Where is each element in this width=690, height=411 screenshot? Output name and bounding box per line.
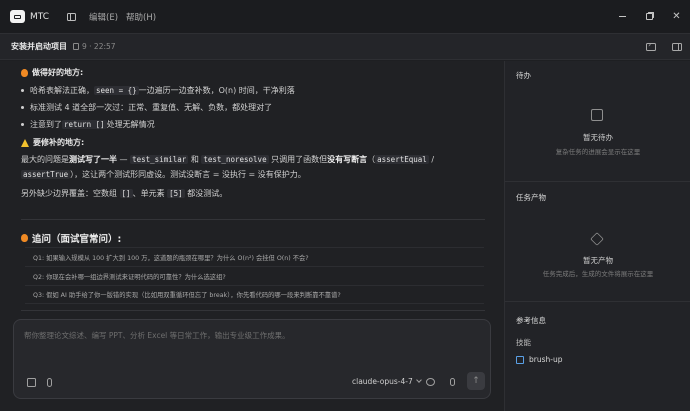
refs-heading: 参考信息 <box>516 316 546 325</box>
followup-heading-text: 追问（面试官常问）: <box>32 234 122 245</box>
divider <box>505 301 690 302</box>
fire-icon <box>21 234 28 242</box>
text: / <box>428 155 435 164</box>
divider <box>21 310 485 311</box>
prompt-input-box[interactable]: 帮你整理论文综述、编写 PPT、分析 Excel 等日常工作，输出专业级工作成果… <box>13 319 491 399</box>
skill-icon <box>516 355 524 364</box>
sidebar-toggle-icon[interactable] <box>67 12 77 21</box>
followup-question: Q2: 你现在会补哪一组边界测试来证明代码的可靠性？为什么选这组? <box>25 266 484 285</box>
project-meta-text: 9 · 22:57 <box>82 42 116 51</box>
text: 、单元素 <box>132 189 168 198</box>
terminal-icon[interactable] <box>646 40 656 51</box>
text: 另外缺少边界覆盖：空数组 <box>21 189 120 198</box>
list-item-text: 注意到了 <box>30 120 62 129</box>
inline-code: return [] <box>62 120 107 129</box>
send-button[interactable]: ↑ <box>467 372 485 390</box>
artifacts-heading: 任务产物 <box>516 193 546 202</box>
list-item: 标准测试 4 道全部一次过：正常、重复值、无解、负数，都处理对了 <box>21 99 491 116</box>
bold-text: 没有写断言 <box>327 155 368 164</box>
close-button[interactable]: ✕ <box>663 0 690 33</box>
text: 只调用了函数但 <box>268 155 328 164</box>
inline-code: seen = {} <box>94 86 139 95</box>
message-content: 做得好的地方: 哈希表解法正确， seen = {} 一边遍历一边查补数，O(n)… <box>21 61 491 201</box>
list-item-text: 处理无解情况 <box>106 120 155 129</box>
model-selector[interactable]: claude-opus-4-7 <box>352 377 422 386</box>
inline-code: [5] <box>167 189 185 198</box>
inline-code: test_noresolve <box>201 155 269 164</box>
project-meta: 9 · 22:57 <box>73 42 116 51</box>
artifacts-empty-subtitle: 任务完成后，生成的文件将展示在这里 <box>542 270 654 278</box>
list-item-text: 哈希表解法正确， <box>30 86 94 95</box>
minimize-button[interactable] <box>609 0 636 33</box>
list-item-text: 一边遍历一边查补数，O(n) 时间，干净利落 <box>138 86 295 95</box>
list-item: 哈希表解法正确， seen = {} 一边遍历一边查补数，O(n) 时间，干净利落 <box>21 82 491 99</box>
inline-code: [] <box>119 189 133 198</box>
todo-empty-title: 暂无待办 <box>583 133 613 142</box>
prompt-placeholder[interactable]: 帮你整理论文综述、编写 PPT、分析 Excel 等日常工作，输出专业级工作成果… <box>24 330 290 341</box>
artifacts-empty-title: 暂无产物 <box>583 256 613 265</box>
fix-heading: 要修补的地方: <box>21 133 491 152</box>
project-title: 安装并启动项目 <box>11 42 67 51</box>
list-item: 注意到了 return [] 处理无解情况 <box>21 116 491 133</box>
todo-heading: 待办 <box>516 71 531 80</box>
list-item-text: 标准测试 4 道全部一次过：正常、重复值、无解、负数，都处理对了 <box>30 103 273 112</box>
good-heading-text: 做得好的地方: <box>32 68 84 77</box>
maximize-button[interactable] <box>636 0 663 33</box>
text: 最大的问题是 <box>21 155 69 164</box>
bold-text: 测试写了一半 <box>69 155 117 164</box>
microphone-icon[interactable] <box>450 378 455 386</box>
skills-label: 技能 <box>516 338 531 347</box>
warning-icon <box>21 138 29 147</box>
attachment-icon[interactable] <box>47 378 52 387</box>
skill-item[interactable]: brush-up <box>516 355 562 364</box>
followup-question: Q3: 假如 AI 助手给了你一版错的实现（比如用双重循环但忘了 break），… <box>25 285 484 304</box>
boundary-paragraph: 另外缺少边界覆盖：空数组 [] 、单元素 [5] 都没测试。 <box>21 186 491 201</box>
todo-list-icon <box>591 109 603 121</box>
chevron-down-icon <box>415 377 422 383</box>
inline-code: test_similar <box>130 155 189 164</box>
inline-code: assertTrue <box>21 170 71 179</box>
fix-heading-text: 要修补的地方: <box>33 138 85 147</box>
fix-paragraph: 最大的问题是测试写了一半 — test_similar 和 test_nores… <box>21 152 441 182</box>
skill-name: brush-up <box>529 355 563 364</box>
right-panel: 待办 暂无待办 复杂任务的进展会显示在这里 任务产物 暂无产物 任务完成后，生成… <box>504 61 690 411</box>
todo-empty-subtitle: 复杂任务的进展会显示在这里 <box>555 148 641 156</box>
fire-icon <box>21 68 28 77</box>
menu-help[interactable]: 帮助(H) <box>126 11 156 23</box>
right-panel-toggle-icon[interactable] <box>672 43 682 51</box>
box-icon <box>590 232 604 246</box>
followup-question: Q1: 如果输入规模从 100 扩大到 100 万，这道题的瓶颈在哪里？为什么 … <box>25 247 484 266</box>
followup-heading: 追问（面试官常问）: <box>21 231 121 245</box>
text: 和 <box>188 155 202 164</box>
header-actions <box>646 34 682 60</box>
app-name: MTC <box>30 11 50 22</box>
title-bar: MTC 编辑(E) 帮助(H) ✕ <box>0 0 690 33</box>
text: 都没测试。 <box>184 189 228 198</box>
menu-edit[interactable]: 编辑(E) <box>89 11 118 23</box>
model-name: claude-opus-4-7 <box>352 377 413 386</box>
chat-bubble-icon[interactable] <box>426 378 435 386</box>
text: （ <box>367 155 376 164</box>
inline-code: assertEqual <box>375 155 429 164</box>
text: ），这让两个测试形同虚设。测试没断言 = 没执行 = 没有保护力。 <box>70 170 306 179</box>
app-logo-icon <box>10 10 25 23</box>
edit-icon[interactable] <box>27 378 36 387</box>
divider <box>21 219 485 220</box>
project-header: 安装并启动项目 9 · 22:57 <box>0 33 690 60</box>
window-controls: ✕ <box>609 0 690 33</box>
good-heading: 做得好的地方: <box>21 63 491 82</box>
text: — <box>117 155 131 164</box>
document-icon <box>73 43 79 50</box>
divider <box>505 181 690 182</box>
